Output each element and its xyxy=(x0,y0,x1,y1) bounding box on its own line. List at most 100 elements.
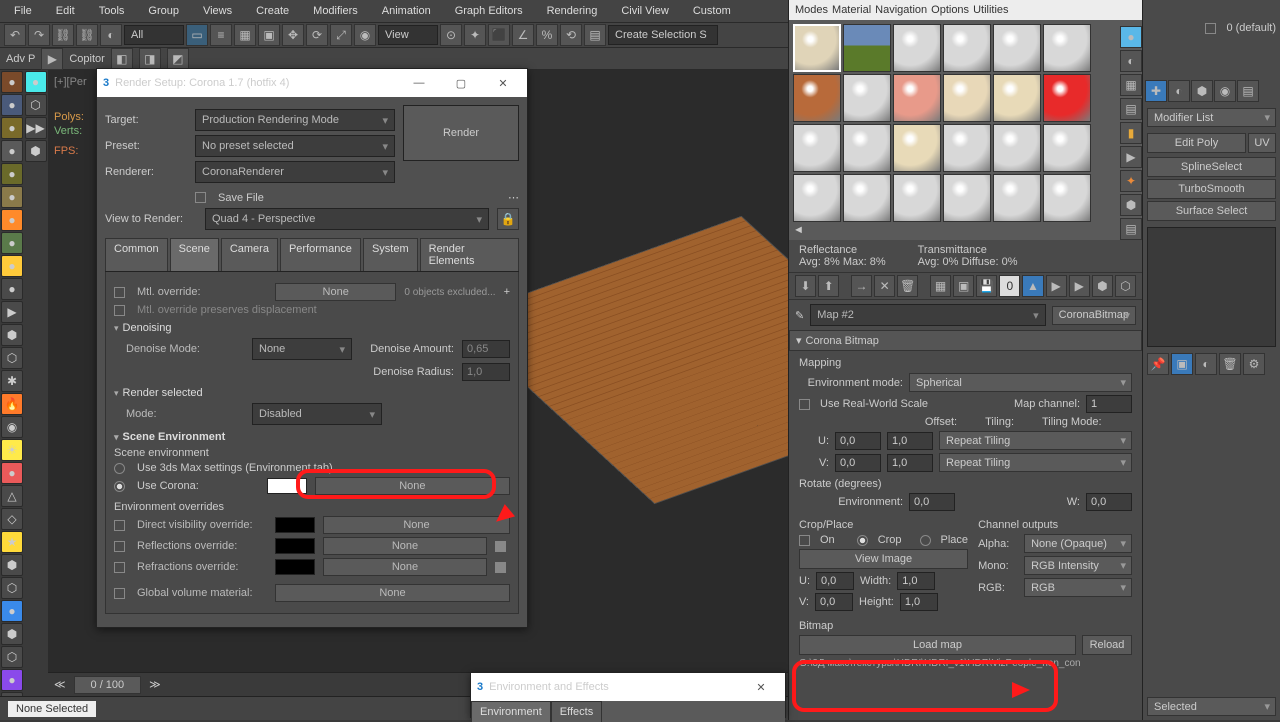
prev-key-icon[interactable]: ≪ xyxy=(54,678,66,691)
rect-region-icon[interactable]: ▦ xyxy=(234,24,256,46)
tool-10-icon[interactable]: ● xyxy=(1,278,23,300)
matlib-icon[interactable]: ▤ xyxy=(1120,218,1142,240)
mat-slot-9[interactable] xyxy=(893,74,941,122)
mod-uv[interactable]: UV xyxy=(1248,133,1276,153)
mod-splineselect[interactable]: SplineSelect xyxy=(1147,157,1276,177)
mat-slot-16[interactable] xyxy=(943,124,991,172)
ref-coord[interactable]: View xyxy=(378,25,438,45)
menu-civilview[interactable]: Civil View xyxy=(611,3,678,19)
gvol-slot[interactable]: None xyxy=(275,584,510,602)
show-end-result-icon[interactable]: ▣ xyxy=(1171,353,1193,375)
tool-6-icon[interactable]: ● xyxy=(1,186,23,208)
tool-12-icon[interactable]: ⬢ xyxy=(1,324,23,346)
mod-editpoly[interactable]: Edit Poly xyxy=(1147,133,1246,153)
assign-icon[interactable]: → xyxy=(851,275,872,297)
target-dropdown[interactable]: Production Rendering Mode xyxy=(195,109,395,131)
mapch-spinner[interactable]: 1 xyxy=(1086,395,1132,413)
crop-v[interactable]: 0,0 xyxy=(815,593,853,611)
tool-13-icon[interactable]: ⬡ xyxy=(1,347,23,369)
reload-button[interactable]: Reload xyxy=(1082,635,1132,655)
make-unique-icon[interactable]: ◐ xyxy=(1195,353,1217,375)
menu-animation[interactable]: Animation xyxy=(372,3,441,19)
mod-surfaceselect[interactable]: Surface Select xyxy=(1147,201,1276,221)
matid-icon[interactable]: 0 xyxy=(999,275,1020,297)
scale-icon[interactable]: ⤢ xyxy=(330,24,352,46)
mat-slot-20[interactable] xyxy=(843,174,891,222)
select-by-mat-icon[interactable]: ⬢ xyxy=(1120,194,1142,216)
crop-u[interactable]: 0,0 xyxy=(816,572,854,590)
minimize-icon[interactable]: — xyxy=(401,73,437,93)
menu-views[interactable]: Views xyxy=(193,3,242,19)
tool-3-icon[interactable]: ● xyxy=(1,117,23,139)
tool-27-icon[interactable]: ● xyxy=(1,669,23,691)
nav-icon[interactable]: ⬢ xyxy=(1092,275,1113,297)
mat-slot-2[interactable] xyxy=(843,24,891,72)
tool-5-icon[interactable]: ● xyxy=(1,163,23,185)
tool-11-icon[interactable]: ▶ xyxy=(1,301,23,323)
frame-display[interactable]: 0 / 100 xyxy=(74,676,142,694)
mated-navigation[interactable]: Navigation xyxy=(875,4,927,16)
tool-20-icon[interactable]: ◇ xyxy=(1,508,23,530)
mat-slot-23[interactable] xyxy=(993,174,1041,222)
menu-tools[interactable]: Tools xyxy=(89,3,135,19)
create-selset[interactable]: Create Selection S xyxy=(608,25,718,45)
mated-utilities[interactable]: Utilities xyxy=(973,4,1008,16)
spinner-snap-icon[interactable]: ⟲ xyxy=(560,24,582,46)
mat-slot-18[interactable] xyxy=(1043,124,1091,172)
mat-slot-10[interactable] xyxy=(943,74,991,122)
preset-dropdown[interactable]: No preset selected xyxy=(195,135,395,157)
nav2-icon[interactable]: ⬡ xyxy=(1115,275,1136,297)
denoise-mode-dropdown[interactable]: None xyxy=(252,338,352,360)
map-type-button[interactable]: CoronaBitmap xyxy=(1052,306,1136,325)
tool-2-icon[interactable]: ● xyxy=(1,94,23,116)
go-sibling-icon[interactable]: ▶ xyxy=(1046,275,1067,297)
options-icon[interactable]: ✦ xyxy=(1120,170,1142,192)
hierarchy-tab-icon[interactable]: ⬢ xyxy=(1191,80,1213,102)
tool-18-icon[interactable]: ● xyxy=(1,462,23,484)
rs-mode-dropdown[interactable]: Disabled xyxy=(252,403,382,425)
tool-32-icon[interactable]: ⬢ xyxy=(25,140,47,162)
menu-rendering[interactable]: Rendering xyxy=(537,3,608,19)
mat-slot-22[interactable] xyxy=(943,174,991,222)
maximize-icon[interactable]: ▢ xyxy=(443,73,479,93)
selset-icon[interactable]: ▤ xyxy=(584,24,606,46)
mat-slot-3[interactable] xyxy=(893,24,941,72)
modifier-list-dropdown[interactable]: Modifier List xyxy=(1147,108,1276,127)
env-close-icon[interactable]: ✕ xyxy=(743,677,779,697)
mat-slot-17[interactable] xyxy=(993,124,1041,172)
map-name-field[interactable]: Map #2 xyxy=(810,304,1045,326)
placement-icon[interactable]: ◉ xyxy=(354,24,376,46)
video-check-icon[interactable]: ▮ xyxy=(1120,122,1142,144)
tool-7-icon[interactable]: ● xyxy=(1,209,23,231)
copitor-btn2[interactable]: ◨ xyxy=(139,48,161,70)
dvis-chk[interactable] xyxy=(114,520,125,531)
alpha-dropdown[interactable]: None (Opaque) xyxy=(1024,534,1132,553)
motion-tab-icon[interactable]: ◉ xyxy=(1214,80,1236,102)
rot-env-spinner[interactable]: 0,0 xyxy=(909,493,955,511)
go-forward-icon[interactable]: ▶ xyxy=(1069,275,1090,297)
mat-slot-6[interactable] xyxy=(1043,24,1091,72)
background-icon[interactable]: ▦ xyxy=(1120,74,1142,96)
v-offset[interactable]: 0,0 xyxy=(835,454,881,472)
corona-color-swatch[interactable] xyxy=(267,478,307,494)
tool-29-icon[interactable]: ● xyxy=(25,71,47,93)
env-titlebar[interactable]: 3 Environment and Effects ✕ xyxy=(471,673,785,701)
mtl-pres-chk[interactable] xyxy=(114,305,125,316)
tool-26-icon[interactable]: ⬡ xyxy=(1,646,23,668)
copitor-btn3[interactable]: ◩ xyxy=(167,48,189,70)
tool-30-icon[interactable]: ⬡ xyxy=(25,94,47,116)
env-tab-effects[interactable]: Effects xyxy=(551,701,602,722)
get-mat-icon[interactable]: ⬇ xyxy=(795,275,816,297)
tool-16-icon[interactable]: ◉ xyxy=(1,416,23,438)
tool-19-icon[interactable]: △ xyxy=(1,485,23,507)
v-tmode[interactable]: Repeat Tiling xyxy=(939,453,1132,472)
crop-w[interactable]: 1,0 xyxy=(897,572,935,590)
backlight-icon[interactable]: ◐ xyxy=(1120,50,1142,72)
dvis-swatch[interactable] xyxy=(275,517,315,533)
modify-tab-icon[interactable]: ◐ xyxy=(1168,80,1190,102)
redo-icon[interactable]: ↷ xyxy=(28,24,50,46)
realworld-chk[interactable] xyxy=(799,399,810,410)
next-key-icon[interactable]: ≫ xyxy=(149,678,161,691)
display-tab-icon[interactable]: ▤ xyxy=(1237,80,1259,102)
refr-slot[interactable]: None xyxy=(323,558,487,576)
